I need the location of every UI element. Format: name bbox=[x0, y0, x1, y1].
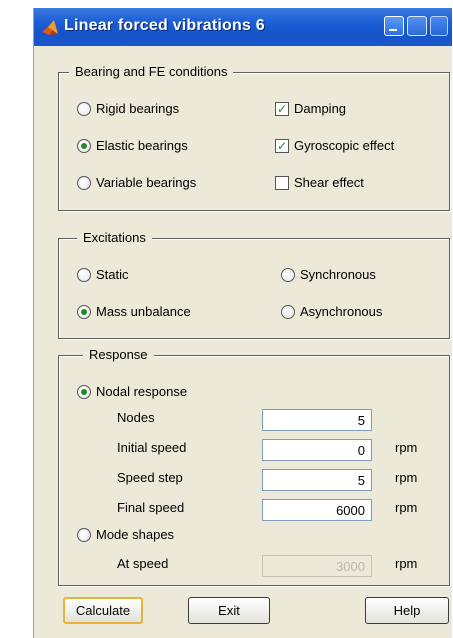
excitations-group: Excitations Static Synchronous Mass unba… bbox=[58, 230, 450, 339]
radio-variable-indicator[interactable] bbox=[77, 175, 91, 190]
radio-synchronous-label: Synchronous bbox=[300, 267, 376, 282]
radio-nodal-indicator[interactable] bbox=[77, 384, 91, 399]
help-button[interactable]: Help bbox=[365, 597, 449, 624]
radio-asynchronous-label: Asynchronous bbox=[300, 304, 383, 319]
title-bar[interactable]: Linear forced vibrations 6 bbox=[34, 8, 452, 46]
radio-variable-bearings[interactable]: Variable bearings bbox=[77, 175, 196, 190]
radio-elastic-indicator[interactable] bbox=[77, 138, 91, 153]
radio-mass-unbalance[interactable]: Mass unbalance bbox=[77, 304, 191, 319]
dialog-window: Linear forced vibrations 6 Bearing and F… bbox=[33, 8, 452, 638]
radio-mode-shapes[interactable]: Mode shapes bbox=[77, 527, 174, 542]
initial-speed-unit: rpm bbox=[395, 440, 418, 455]
matlab-icon bbox=[42, 20, 58, 35]
nodes-input[interactable] bbox=[262, 409, 372, 431]
radio-elastic-bearings[interactable]: Elastic bearings bbox=[77, 138, 188, 153]
radio-mass-unbalance-label: Mass unbalance bbox=[96, 304, 191, 319]
radio-variable-label: Variable bearings bbox=[96, 175, 197, 190]
minimize-icon[interactable] bbox=[384, 16, 404, 36]
radio-synchronous[interactable]: Synchronous bbox=[281, 267, 376, 282]
checkbox-gyroscopic[interactable]: ✓ Gyroscopic effect bbox=[275, 138, 394, 153]
radio-static-label: Static bbox=[96, 267, 129, 282]
damping-check-icon[interactable]: ✓ bbox=[275, 101, 289, 116]
checkbox-damping-label: Damping bbox=[294, 101, 347, 116]
speed-step-input[interactable] bbox=[262, 469, 372, 491]
final-speed-label: Final speed bbox=[117, 500, 185, 515]
at-speed-label: At speed bbox=[117, 556, 169, 571]
maximize-icon[interactable] bbox=[407, 16, 427, 36]
radio-synchronous-indicator[interactable] bbox=[281, 267, 295, 282]
shear-check-box[interactable] bbox=[275, 175, 289, 190]
close-icon[interactable] bbox=[430, 16, 448, 36]
bearing-group: Bearing and FE conditions Rigid bearings… bbox=[58, 64, 450, 211]
bearing-group-title: Bearing and FE conditions bbox=[69, 64, 234, 79]
radio-rigid-label: Rigid bearings bbox=[96, 101, 180, 116]
radio-mode-shapes-label: Mode shapes bbox=[96, 527, 175, 542]
window-title: Linear forced vibrations 6 bbox=[64, 17, 265, 34]
checkbox-damping[interactable]: ✓ Damping bbox=[275, 101, 346, 116]
checkbox-shear[interactable]: Shear effect bbox=[275, 175, 364, 190]
response-group: Response Nodal response Nodes Initial sp… bbox=[58, 347, 450, 586]
radio-rigid-bearings[interactable]: Rigid bearings bbox=[77, 101, 179, 116]
checkbox-shear-label: Shear effect bbox=[294, 175, 364, 190]
calculate-button[interactable]: Calculate bbox=[63, 597, 143, 624]
checkbox-gyroscopic-label: Gyroscopic effect bbox=[294, 138, 395, 153]
speed-step-unit: rpm bbox=[395, 470, 418, 485]
at-speed-input bbox=[262, 555, 372, 577]
radio-asynchronous-indicator[interactable] bbox=[281, 304, 295, 319]
radio-elastic-label: Elastic bearings bbox=[96, 138, 188, 153]
exit-button[interactable]: Exit bbox=[188, 597, 270, 624]
radio-rigid-indicator[interactable] bbox=[77, 101, 91, 116]
radio-asynchronous[interactable]: Asynchronous bbox=[281, 304, 382, 319]
radio-mass-unbalance-indicator[interactable] bbox=[77, 304, 91, 319]
radio-nodal-label: Nodal response bbox=[96, 384, 188, 399]
radio-mode-shapes-indicator[interactable] bbox=[77, 527, 91, 542]
radio-static[interactable]: Static bbox=[77, 267, 129, 282]
gyroscopic-check-icon[interactable]: ✓ bbox=[275, 138, 289, 153]
response-group-title: Response bbox=[83, 347, 154, 362]
excitations-group-title: Excitations bbox=[77, 230, 152, 245]
speed-step-label: Speed step bbox=[117, 470, 183, 485]
nodes-label: Nodes bbox=[117, 410, 155, 425]
initial-speed-label: Initial speed bbox=[117, 440, 187, 455]
radio-static-indicator[interactable] bbox=[77, 267, 91, 282]
at-speed-unit: rpm bbox=[395, 556, 418, 571]
radio-nodal-response[interactable]: Nodal response bbox=[77, 384, 187, 399]
initial-speed-input[interactable] bbox=[262, 439, 372, 461]
final-speed-input[interactable] bbox=[262, 499, 372, 521]
final-speed-unit: rpm bbox=[395, 500, 418, 515]
